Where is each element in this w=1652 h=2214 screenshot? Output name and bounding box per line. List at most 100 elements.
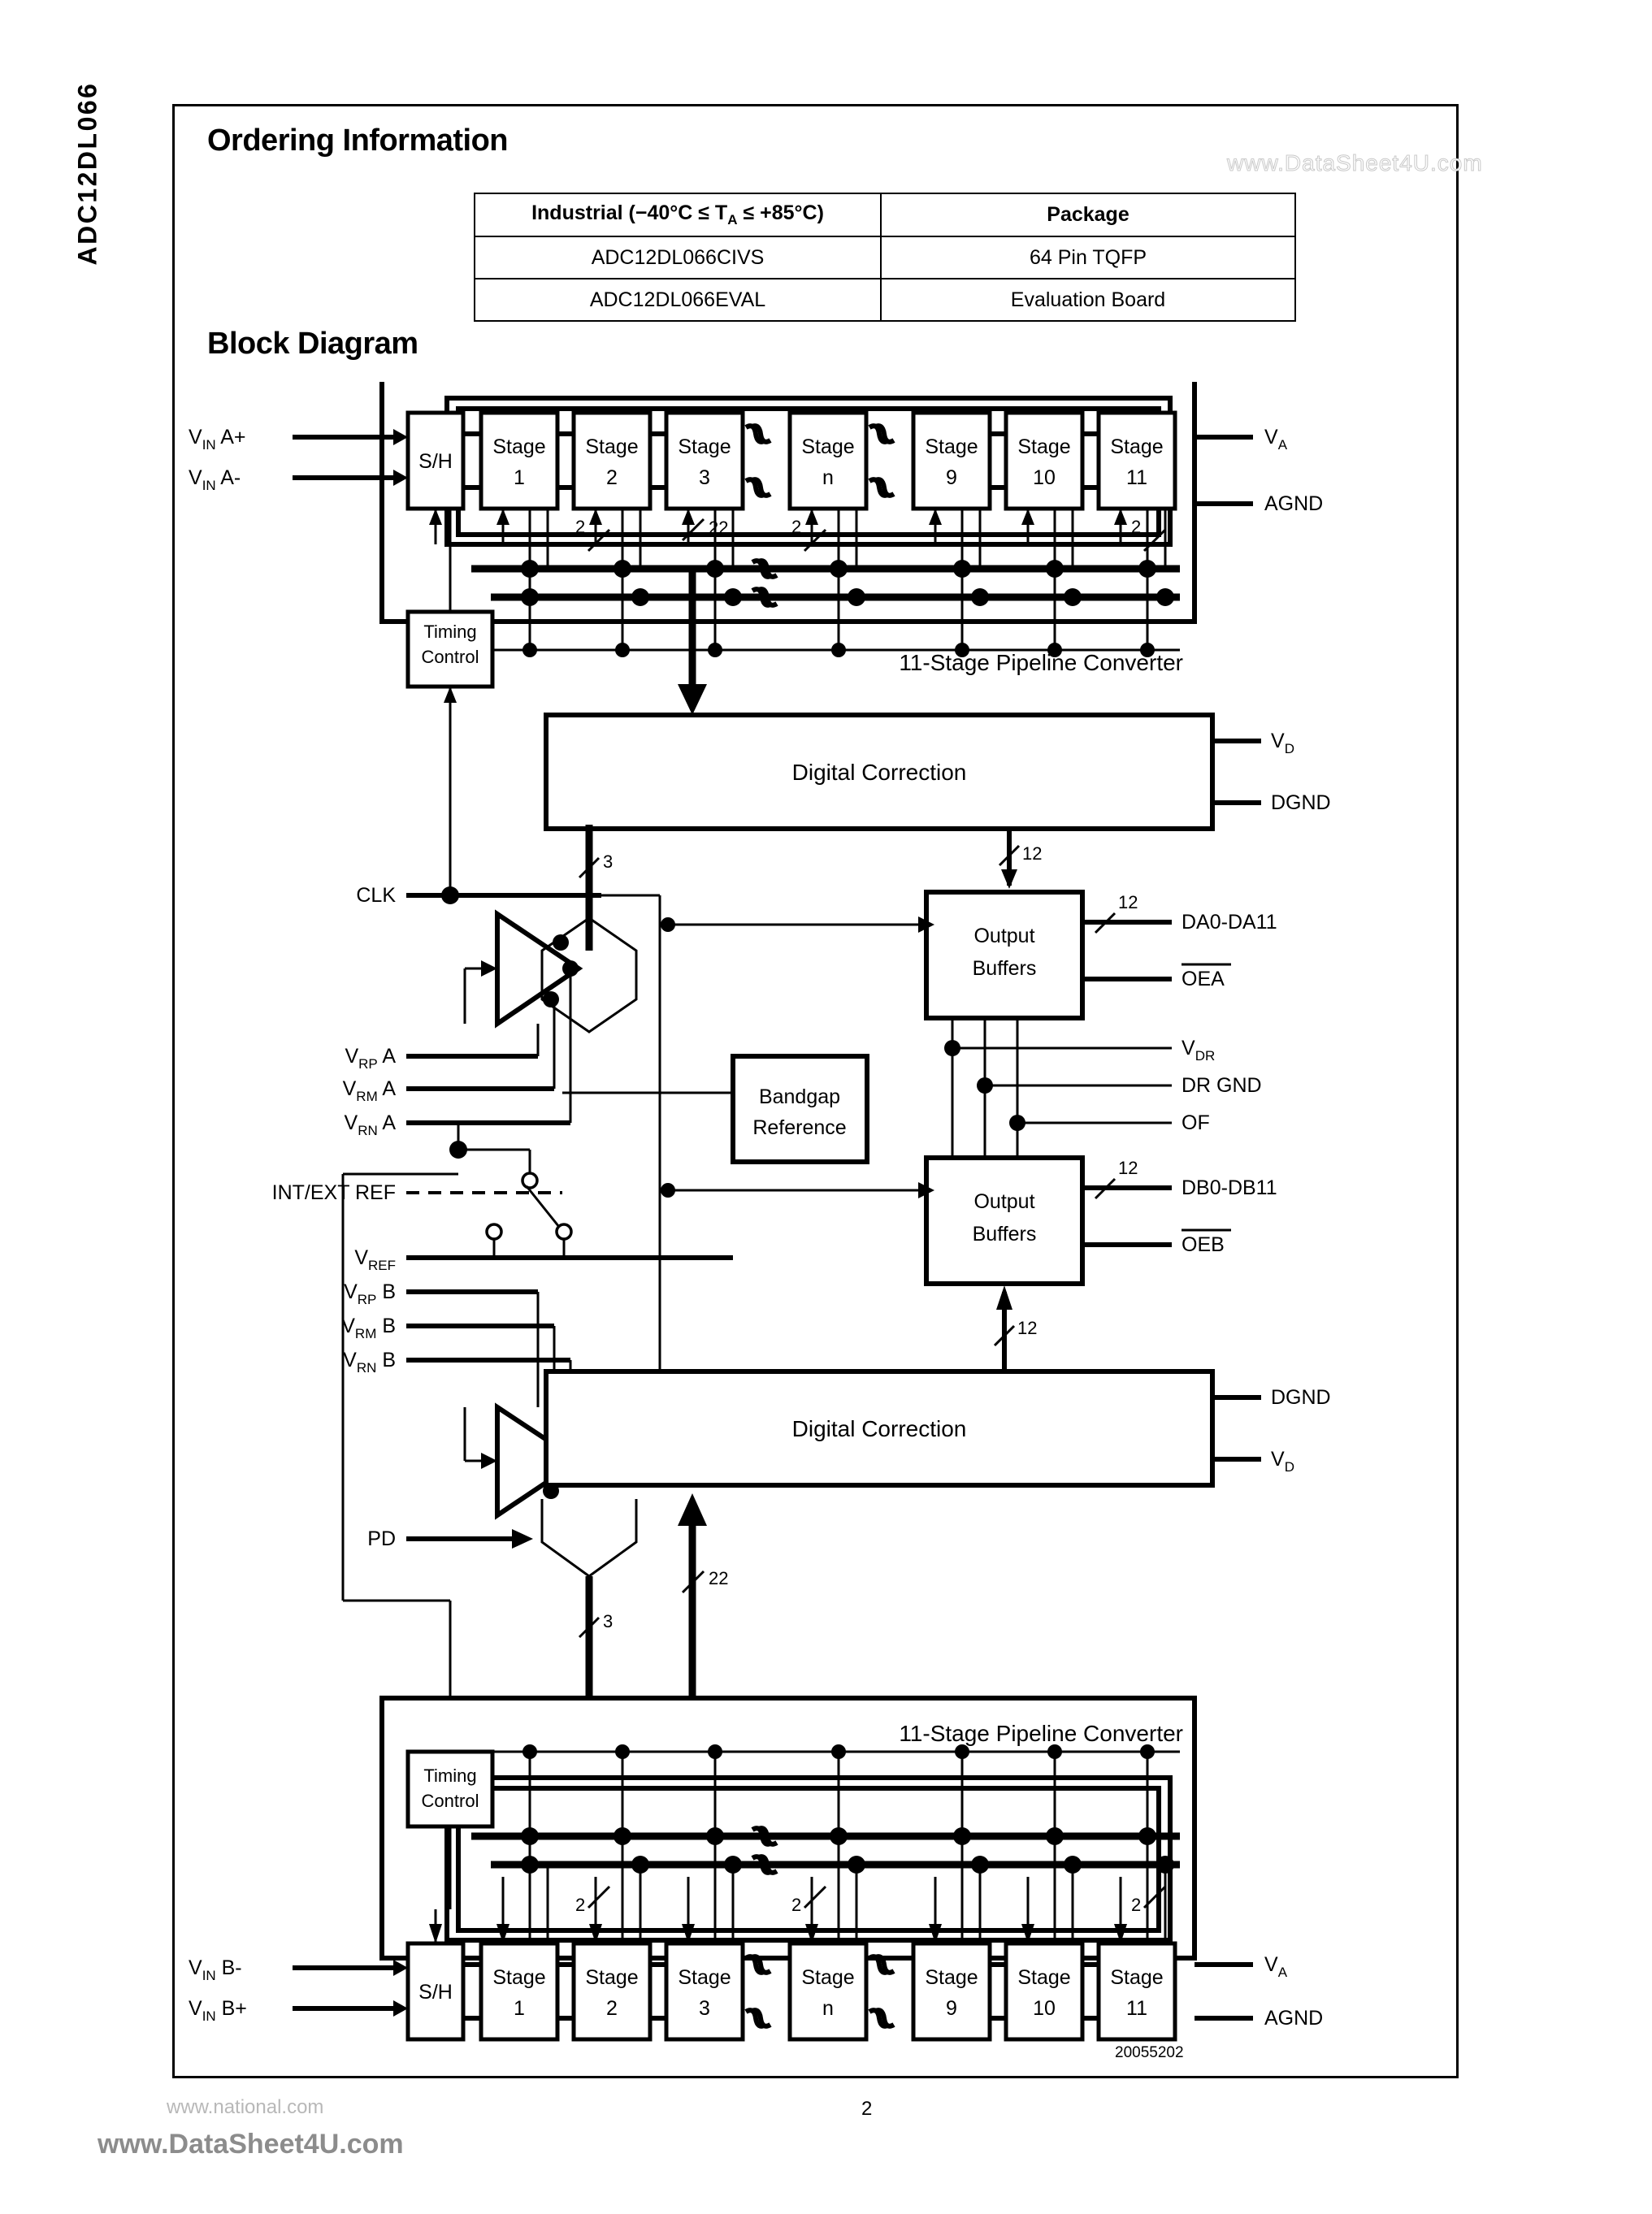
pin-dgnd-top: DGND (1271, 791, 1331, 814)
cell-package: 64 Pin TQFP (880, 236, 1296, 279)
pin-agnd-bottom: AGND (1264, 2007, 1323, 2030)
label-vin-b-plus: VIN B+ (189, 1997, 247, 2024)
svg-text:Stage: Stage (492, 1966, 545, 1989)
page-title-ordering-information: Ordering Information (207, 123, 509, 158)
svg-text:1: 1 (514, 1997, 525, 2020)
watermark-national: www.national.com (167, 2096, 324, 2118)
pin-vrp-b: VRP B (344, 1280, 396, 1307)
pin-db0-db11: DB0-DB11 (1182, 1176, 1277, 1199)
side-part-number: ADC12DL066 (72, 81, 102, 266)
table-header-row: Industrial (−40°C ≤ TA ≤ +85°C) Package (474, 193, 1296, 237)
label-vin-a-plus: VIN A+ (189, 426, 246, 453)
svg-text:Stage: Stage (492, 435, 545, 458)
pipeline-stages-a: Stage 1 Stage 2 Stage 3 Stage n Stage 9 … (479, 410, 1177, 511)
pin-da0-da11: DA0-DA11 (1182, 911, 1277, 934)
bus-width-12-db: 12 (1118, 1158, 1138, 1178)
output-buffers-a-line2: Buffers (973, 957, 1037, 980)
pipeline-converter-label-a: 11-Stage Pipeline Converter (899, 650, 1183, 675)
digital-correction-label-top: Digital Correction (792, 760, 967, 785)
svg-text:Stage: Stage (925, 1966, 978, 1989)
pin-vrm-b: VRM B (341, 1315, 396, 1341)
pipeline-stages-b: Stage 1 Stage 2 Stage 3 Stage n Stage 9 … (479, 1941, 1177, 2042)
timing-control-block-b-line1: Timing (423, 1766, 476, 1786)
svg-text:Stage: Stage (801, 1966, 854, 1989)
input-vin-b-minus (293, 1960, 408, 1976)
pin-dgnd-bottom: DGND (1271, 1386, 1331, 1409)
svg-text:11: 11 (1126, 1997, 1147, 2020)
pin-vd-top: VD (1271, 730, 1294, 756)
svg-text:2: 2 (606, 466, 618, 489)
pin-dr-gnd: DR GND (1182, 1074, 1262, 1097)
block-diagram: VIN A+ VIN A- S/H Stage 1 Stage 2 Stage … (189, 382, 1331, 2061)
svg-text:2: 2 (575, 517, 585, 537)
svg-text:Stage: Stage (925, 435, 978, 458)
pin-va-bottom: VA (1264, 1953, 1288, 1980)
figure-number: 20055202 (1115, 2044, 1184, 2061)
svg-text:Stage: Stage (585, 1966, 638, 1989)
output-buffers-block-b (924, 1155, 1085, 1286)
svg-text:11: 11 (1126, 466, 1147, 489)
svg-text:9: 9 (946, 466, 957, 489)
svg-text:10: 10 (1033, 1997, 1056, 2020)
timing-control-block-b-line2: Control (422, 1791, 479, 1811)
bus-width-12-b: 12 (1017, 1318, 1037, 1338)
ordering-information-table: Industrial (−40°C ≤ TA ≤ +85°C) Package … (474, 193, 1296, 322)
cell-package: Evaluation Board (880, 278, 1296, 322)
bus-width-12-a: 12 (1022, 843, 1042, 864)
svg-text:9: 9 (946, 1997, 957, 2020)
svg-text:Stage: Stage (585, 435, 638, 458)
bus-width-3-bottom: 3 (603, 1611, 613, 1631)
pin-int-ext-ref: INT/EXT REF (272, 1181, 396, 1204)
pin-vref: VREF (354, 1246, 396, 1273)
page-title-block-diagram: Block Diagram (207, 327, 418, 361)
bus-width-12-da: 12 (1118, 892, 1138, 912)
table-row: ADC12DL066EVAL Evaluation Board (474, 278, 1296, 322)
bus-width-22-b: 22 (709, 1568, 728, 1588)
industrial-sub: A (727, 212, 738, 227)
label-vin-b-minus: VIN B- (189, 1956, 242, 1983)
svg-text:2: 2 (791, 517, 801, 537)
svg-text:Stage: Stage (801, 435, 854, 458)
svg-text:Stage: Stage (1110, 1966, 1163, 1989)
svg-text:Stage: Stage (1110, 435, 1163, 458)
svg-text:2: 2 (606, 1997, 618, 2020)
svg-text:2: 2 (1131, 517, 1141, 537)
cell-part-number: ADC12DL066EVAL (474, 278, 882, 322)
industrial-post: ≤ +85°C) (737, 201, 824, 224)
output-buffers-b-line1: Output (973, 1190, 1034, 1213)
bandgap-reference-line2: Reference (752, 1116, 846, 1139)
pin-vrn-a: VRN A (345, 1111, 397, 1138)
pipeline-converter-label-b: 11-Stage Pipeline Converter (899, 1721, 1183, 1746)
svg-text:3: 3 (699, 1997, 710, 2020)
svg-text:1: 1 (514, 466, 525, 489)
svg-text:3: 3 (699, 466, 710, 489)
bandgap-reference-block (731, 1054, 869, 1164)
pin-vrn-b: VRN B (343, 1349, 396, 1376)
input-vin-b-plus (293, 2000, 408, 2017)
pin-va-top: VA (1264, 426, 1288, 453)
page-number: 2 (861, 2098, 873, 2120)
table-header-industrial: Industrial (−40°C ≤ TA ≤ +85°C) (474, 193, 882, 237)
pin-vd-bottom: VD (1271, 1448, 1294, 1475)
label-vin-a-minus: VIN A- (189, 466, 241, 493)
bandgap-reference-line1: Bandgap (759, 1085, 840, 1108)
svg-text:2: 2 (1131, 1895, 1141, 1915)
output-buffers-block-a (924, 890, 1085, 1020)
table-header-package: Package (880, 193, 1296, 237)
sample-hold-block-b: S/H (418, 1981, 453, 2004)
table-row: ADC12DL066CIVS 64 Pin TQFP (474, 236, 1296, 279)
label-pd: PD (367, 1527, 396, 1550)
industrial-pre: Industrial (−40°C ≤ T (531, 201, 728, 224)
svg-text:Stage: Stage (678, 435, 731, 458)
svg-text:n: n (822, 466, 834, 489)
pin-vrp-a: VRP A (345, 1045, 396, 1072)
pin-agnd-top: AGND (1264, 492, 1323, 515)
pin-oea: OEA (1182, 968, 1225, 990)
watermark-top: www.DataSheet4U.com (1227, 150, 1483, 176)
output-buffers-a-line1: Output (973, 925, 1034, 947)
svg-text:2: 2 (575, 1895, 585, 1915)
pin-oeb: OEB (1182, 1233, 1225, 1256)
svg-text:Stage: Stage (678, 1966, 731, 1989)
digital-correction-label-bottom: Digital Correction (792, 1416, 967, 1441)
svg-text:Stage: Stage (1017, 1966, 1070, 1989)
